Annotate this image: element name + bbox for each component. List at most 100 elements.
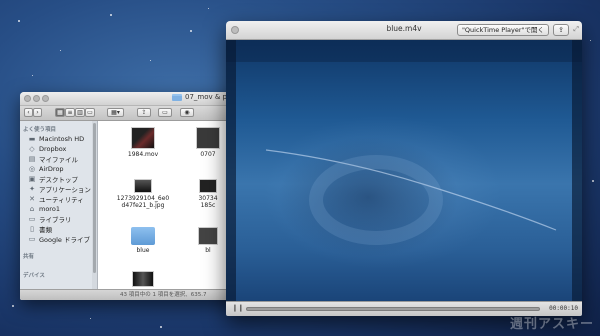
sidebar-item-applications[interactable]: ✦ アプリケーション bbox=[20, 184, 97, 194]
sidebar-item-label: デスクトップ bbox=[39, 176, 78, 184]
star bbox=[590, 40, 591, 41]
file-item[interactable]: 1273929104_6e0 d47fe21_b.jpg bbox=[108, 179, 178, 209]
sidebar-item-label: ユーティリティ bbox=[39, 196, 84, 204]
folder-icon bbox=[172, 93, 182, 101]
image-thumbnail bbox=[132, 271, 154, 287]
image-thumbnail bbox=[134, 179, 152, 193]
pause-icon[interactable]: ❙❙ bbox=[232, 304, 244, 312]
time-display: 00:00:10 bbox=[549, 305, 578, 312]
sidebar-item-my-files[interactable]: ▤ マイファイル bbox=[20, 154, 97, 164]
forward-button[interactable]: › bbox=[33, 108, 42, 117]
star bbox=[110, 14, 112, 16]
airdrop-icon: ◎ bbox=[28, 164, 36, 173]
sidebar-item-utilities[interactable]: ✕ ユーティリティ bbox=[20, 194, 97, 204]
share-button[interactable]: ⇪ bbox=[553, 24, 569, 36]
sidebar-item-moro1[interactable]: ⌂ moro1 bbox=[20, 204, 97, 214]
finder-window[interactable]: 07_mov & pic ‹ › ▦ ≡ ▥ ▭ ▦▾ ⇪ ▭ ◉ よく使う項目… bbox=[20, 92, 258, 300]
home-icon: ⌂ bbox=[29, 204, 35, 213]
star bbox=[150, 60, 151, 61]
sidebar-shared-header: 共有 bbox=[23, 254, 35, 260]
utilities-icon: ✕ bbox=[29, 194, 35, 203]
sidebar-favorites-header: よく使う項目 bbox=[23, 127, 57, 133]
file-name: bl bbox=[205, 247, 211, 254]
star bbox=[190, 30, 192, 32]
file-name: 0707 bbox=[200, 151, 216, 158]
hard-drive-icon: ▬ bbox=[28, 134, 36, 143]
sidebar: よく使う項目 ▬ Macintosh HD ◇ Dropbox ▤ マイファイル ◎ A… bbox=[20, 121, 98, 290]
share-button[interactable]: ⇪ bbox=[137, 108, 151, 117]
dropbox-icon: ◇ bbox=[29, 144, 35, 153]
sidebar-scrollbar[interactable] bbox=[92, 121, 97, 290]
sidebar-item-macintosh-hd[interactable]: ▬ Macintosh HD bbox=[20, 134, 97, 144]
sidebar-item-label: Dropbox bbox=[39, 145, 67, 153]
desktop-icon: ▣ bbox=[28, 174, 36, 183]
star bbox=[592, 180, 594, 182]
sidebar-item-airdrop[interactable]: ◎ AirDrop bbox=[20, 164, 97, 174]
file-name: blue bbox=[136, 247, 150, 254]
sidebar-item-label: moro1 bbox=[39, 205, 60, 213]
view-list-button[interactable]: ≡ bbox=[65, 108, 75, 117]
sidebar-item-desktop[interactable]: ▣ デスクトップ bbox=[20, 174, 97, 184]
file-item[interactable]: 1984.mov bbox=[108, 127, 178, 158]
star bbox=[32, 75, 33, 76]
status-bar: 43 項目中の 1 項目を選択、635.7 bbox=[20, 289, 258, 300]
applications-icon: ✦ bbox=[29, 184, 35, 193]
finder-body: よく使う項目 ▬ Macintosh HD ◇ Dropbox ▤ マイファイル ◎ A… bbox=[20, 121, 258, 290]
sidebar-item-label: Macintosh HD bbox=[39, 135, 85, 143]
sidebar-item-dropbox[interactable]: ◇ Dropbox bbox=[20, 144, 97, 154]
file-name: 1984.mov bbox=[127, 151, 159, 158]
quicklook-button[interactable]: ◉ bbox=[180, 108, 194, 117]
folder-icon: ▭ bbox=[28, 234, 36, 243]
image-thumbnail bbox=[199, 179, 217, 193]
back-button[interactable]: ‹ bbox=[24, 108, 33, 117]
action-button[interactable]: ▭ bbox=[158, 108, 172, 117]
finder-toolbar: ‹ › ▦ ≡ ▥ ▭ ▦▾ ⇪ ▭ ◉ bbox=[20, 106, 258, 121]
video-light-streak bbox=[265, 149, 557, 245]
view-column-button[interactable]: ▥ bbox=[75, 108, 85, 117]
sidebar-item-documents[interactable]: ▯ 書類 bbox=[20, 224, 97, 234]
star bbox=[160, 326, 162, 328]
video-file-icon bbox=[198, 227, 218, 245]
arrange-button[interactable]: ▦▾ bbox=[107, 108, 124, 117]
star bbox=[90, 318, 91, 319]
file-item[interactable] bbox=[108, 271, 178, 289]
file-name: 1273929104_6e0 d47fe21_b.jpg bbox=[116, 195, 170, 209]
sidebar-item-google-drive[interactable]: ▭ Google ドライブ bbox=[20, 234, 97, 244]
sidebar-item-library[interactable]: ▭ ライブラリ bbox=[20, 214, 97, 224]
all-my-files-icon: ▤ bbox=[28, 154, 36, 163]
zoom-button[interactable] bbox=[42, 95, 49, 102]
star bbox=[208, 8, 209, 9]
quicklook-window[interactable]: blue.m4v "QuickTime Player"で開く ⇪ ⤢ ❙❙ 00… bbox=[226, 21, 582, 316]
open-with-quicktime-button[interactable]: "QuickTime Player"で開く bbox=[456, 24, 549, 36]
sidebar-devices-header: デバイス bbox=[23, 273, 45, 279]
finder-titlebar[interactable]: 07_mov & pic bbox=[20, 92, 258, 106]
view-icon-button[interactable]: ▦ bbox=[55, 108, 65, 117]
star bbox=[18, 20, 20, 22]
documents-icon: ▯ bbox=[30, 224, 34, 233]
fullscreen-icon[interactable]: ⤢ bbox=[573, 25, 579, 34]
sidebar-item-label: 書類 bbox=[39, 226, 52, 234]
window-title: 07_mov & pic bbox=[172, 93, 233, 101]
star bbox=[12, 305, 14, 307]
watermark-logo: 週刊アスキー bbox=[509, 317, 594, 332]
image-thumbnail bbox=[196, 127, 220, 149]
video-frame[interactable] bbox=[226, 40, 582, 302]
star bbox=[60, 50, 61, 51]
folder-icon: ▭ bbox=[28, 214, 36, 223]
sidebar-item-label: アプリケーション bbox=[39, 186, 91, 194]
sidebar-item-label: ライブラリ bbox=[39, 216, 72, 224]
file-item[interactable]: blue bbox=[108, 227, 178, 254]
close-button[interactable] bbox=[24, 95, 31, 102]
file-name: 30734 185c bbox=[198, 195, 218, 209]
share-icon: ⇪ bbox=[558, 26, 564, 34]
scrubber-track[interactable] bbox=[246, 307, 540, 311]
sidebar-item-label: Google ドライブ bbox=[39, 236, 90, 244]
minimize-button[interactable] bbox=[33, 95, 40, 102]
movie-thumbnail bbox=[131, 127, 155, 149]
view-coverflow-button[interactable]: ▭ bbox=[85, 108, 95, 117]
quicklook-titlebar[interactable]: blue.m4v "QuickTime Player"で開く ⇪ ⤢ bbox=[226, 21, 582, 40]
sidebar-item-label: マイファイル bbox=[39, 156, 78, 164]
scrollbar-thumb[interactable] bbox=[93, 123, 96, 273]
folder-icon bbox=[131, 227, 155, 245]
sidebar-item-label: AirDrop bbox=[39, 165, 64, 173]
